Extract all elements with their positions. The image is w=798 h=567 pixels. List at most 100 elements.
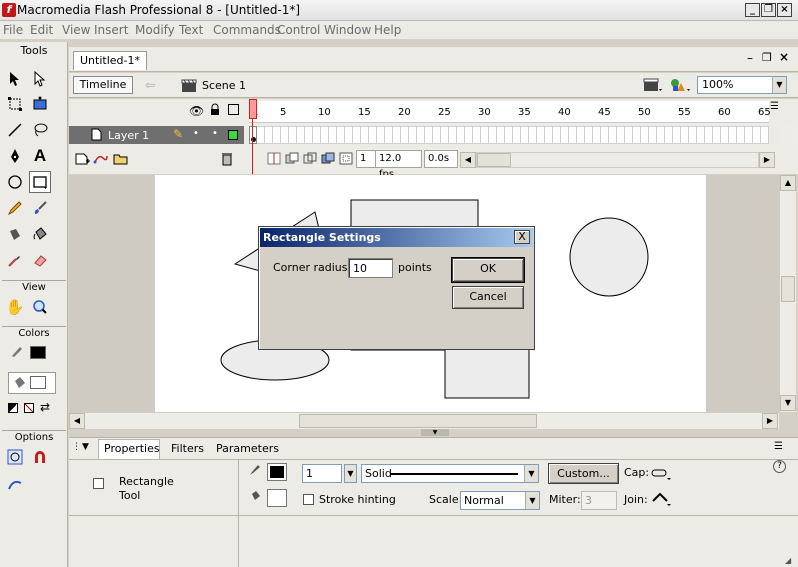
insert-layer-icon[interactable] xyxy=(75,152,91,169)
menu-edit[interactable]: Edit xyxy=(30,23,53,37)
zoom-dropdown-icon[interactable]: ▼ xyxy=(772,77,786,93)
menu-window[interactable]: Window xyxy=(324,23,371,37)
edit-symbols-icon[interactable] xyxy=(669,77,691,96)
miter-input[interactable]: 3 xyxy=(581,491,617,510)
snap-to-objects-icon[interactable] xyxy=(29,446,51,468)
smooth-icon[interactable] xyxy=(4,474,26,496)
frame-row[interactable] xyxy=(249,126,769,144)
panel-gripper-icon[interactable]: ⋮ xyxy=(72,442,81,452)
scene-label[interactable]: Scene 1 xyxy=(202,79,246,92)
object-drawing-icon[interactable] xyxy=(4,446,26,468)
menu-file[interactable]: File xyxy=(3,23,23,37)
scroll-right-icon[interactable]: ▶ xyxy=(762,413,778,429)
panel-collapse-icon[interactable]: ▼ xyxy=(82,442,89,452)
menu-modify[interactable]: Modify xyxy=(135,23,175,37)
hscroll-thumb[interactable] xyxy=(299,414,537,428)
scale-select[interactable]: Normal ▼ xyxy=(460,491,540,510)
eyedropper-tool-icon[interactable] xyxy=(4,249,26,271)
help-icon[interactable]: ? xyxy=(773,460,786,473)
scroll-left-icon[interactable]: ◀ xyxy=(69,413,85,429)
back-arrow-icon[interactable]: ⇦ xyxy=(145,78,155,92)
playhead[interactable] xyxy=(249,99,257,119)
tab-properties[interactable]: Properties xyxy=(104,442,160,455)
stroke-hinting-checkbox[interactable] xyxy=(303,494,314,505)
swap-colors-icon[interactable]: ⇄ xyxy=(40,400,50,414)
cancel-button[interactable]: Cancel xyxy=(452,286,524,309)
brush-tool-icon[interactable] xyxy=(29,197,51,219)
dialog-close-button[interactable]: X xyxy=(514,230,530,244)
stroke-height-input[interactable]: 1 xyxy=(302,464,342,483)
timeline-toggle-button[interactable]: Timeline xyxy=(73,76,133,94)
properties-menu-icon[interactable]: ☰ xyxy=(774,441,783,452)
panel-splitter[interactable]: ▼ xyxy=(69,429,798,436)
layer-outline-color[interactable] xyxy=(228,130,238,140)
onion-skin-icon[interactable] xyxy=(285,152,299,168)
stroke-style-select[interactable]: Solid ▼ xyxy=(361,464,539,483)
keyframe[interactable] xyxy=(249,126,257,144)
scale-dropdown-icon[interactable]: ▼ xyxy=(525,492,539,509)
edit-scene-icon[interactable] xyxy=(643,77,663,96)
timeline-vscroll[interactable] xyxy=(779,125,796,145)
tab-parameters[interactable]: Parameters xyxy=(216,442,279,455)
join-select-icon[interactable] xyxy=(651,491,673,510)
scroll-up-icon[interactable]: ▲ xyxy=(780,175,796,191)
stroke-height-dropdown-icon[interactable]: ▼ xyxy=(344,464,357,483)
menu-text[interactable]: Text xyxy=(179,23,203,37)
document-tab[interactable]: Untitled-1* xyxy=(73,51,147,70)
center-frame-icon[interactable] xyxy=(267,152,281,168)
menu-control[interactable]: Control xyxy=(277,23,320,37)
onion-skin-outlines-icon[interactable] xyxy=(303,152,317,168)
rectangle-tool-icon[interactable] xyxy=(29,171,51,193)
layer-visible-dot[interactable]: • xyxy=(193,128,199,139)
stroke-color-button[interactable] xyxy=(267,463,287,481)
subselection-tool-icon[interactable] xyxy=(29,68,51,90)
doc-close-icon[interactable]: × xyxy=(779,50,789,64)
add-motion-guide-icon[interactable] xyxy=(93,152,109,169)
timeline-scroll-right-icon[interactable]: ▶ xyxy=(759,152,775,168)
no-color-icon[interactable] xyxy=(24,403,34,413)
layer-name[interactable]: Layer 1 xyxy=(108,129,149,142)
edit-multiple-frames-icon[interactable] xyxy=(321,152,335,168)
oval-tool-icon[interactable] xyxy=(4,171,26,193)
hand-tool-icon[interactable]: ✋ xyxy=(4,296,26,318)
modify-onion-markers-icon[interactable] xyxy=(339,152,353,168)
menu-insert[interactable]: Insert xyxy=(94,23,128,37)
zoom-select[interactable]: 100% ▼ xyxy=(697,76,787,94)
vscroll-thumb[interactable] xyxy=(781,276,795,302)
fill-transform-tool-icon[interactable] xyxy=(29,93,51,115)
menu-view[interactable]: View xyxy=(62,23,90,37)
doc-restore-icon[interactable]: ❐ xyxy=(762,51,772,64)
outline-layers-icon[interactable] xyxy=(228,104,239,115)
pencil-tool-icon[interactable] xyxy=(4,197,26,219)
delete-layer-icon[interactable] xyxy=(221,152,233,169)
minimize-icon[interactable]: _ xyxy=(745,3,760,17)
stroke-style-dropdown-icon[interactable]: ▼ xyxy=(524,465,538,482)
selection-tool-icon[interactable] xyxy=(4,68,26,90)
insert-layer-folder-icon[interactable] xyxy=(113,152,129,169)
fill-color-swatch[interactable] xyxy=(30,376,46,389)
resize-grip-icon[interactable]: ◢ xyxy=(785,556,791,565)
custom-stroke-button[interactable]: Custom... xyxy=(548,463,619,484)
doc-minimize-icon[interactable]: – xyxy=(747,51,753,65)
menu-help[interactable]: Help xyxy=(374,23,401,37)
line-tool-icon[interactable] xyxy=(4,119,26,141)
text-tool-icon[interactable]: A xyxy=(29,145,51,167)
timeline-hscroll[interactable] xyxy=(476,152,759,168)
stage-hscroll[interactable]: ◀ ▶ xyxy=(69,412,779,429)
layer-lock-dot[interactable]: • xyxy=(212,128,218,139)
cap-select-icon[interactable] xyxy=(651,467,673,484)
scroll-down-icon[interactable]: ▼ xyxy=(780,395,796,411)
lasso-tool-icon[interactable] xyxy=(29,119,51,141)
zoom-tool-icon[interactable] xyxy=(29,296,51,318)
eraser-tool-icon[interactable] xyxy=(29,249,51,271)
paint-bucket-tool-icon[interactable] xyxy=(29,223,51,245)
ok-button[interactable]: OK xyxy=(451,257,525,283)
close-icon[interactable]: × xyxy=(777,3,792,17)
pen-tool-icon[interactable] xyxy=(4,145,26,167)
collapse-arrow-icon[interactable]: ▼ xyxy=(421,429,449,436)
free-transform-tool-icon[interactable] xyxy=(4,93,26,115)
menu-commands[interactable]: Commands xyxy=(213,23,281,37)
timeline-menu-icon[interactable]: ☰ xyxy=(770,101,779,112)
stage-vscroll[interactable]: ▲ ▼ xyxy=(779,175,796,412)
corner-radius-input[interactable]: 10 xyxy=(348,258,393,278)
